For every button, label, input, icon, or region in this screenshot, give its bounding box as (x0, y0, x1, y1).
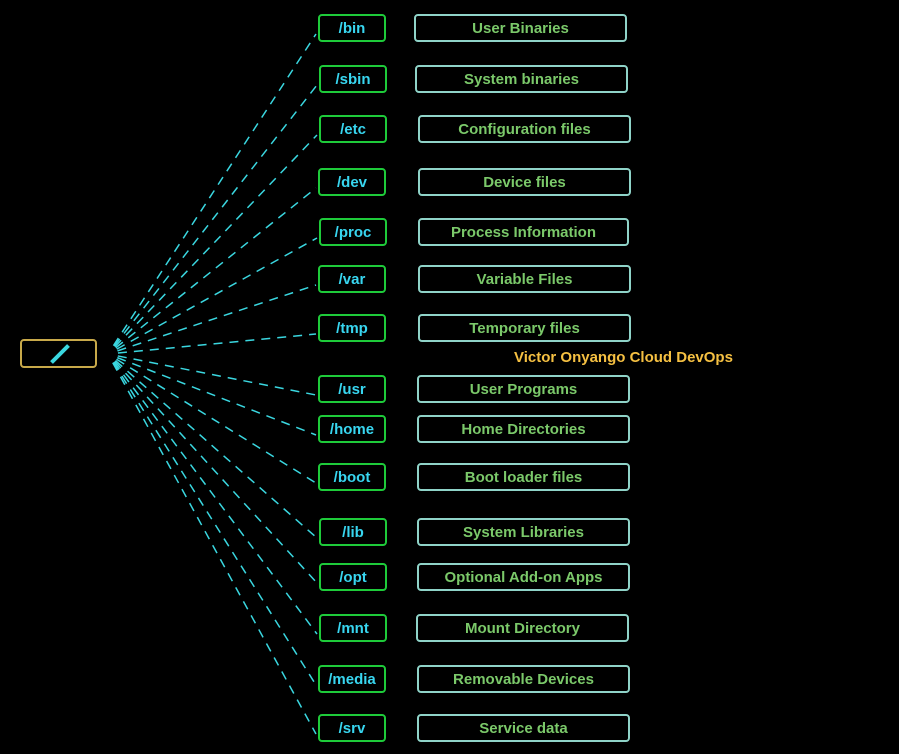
dir-description-proc: Process Information (418, 218, 629, 246)
dir-description-tmp: Temporary files (418, 314, 631, 342)
dir-description-bin: User Binaries (414, 14, 627, 42)
dir-description-media: Removable Devices (417, 665, 630, 693)
dir-node-bin: /bin (318, 14, 386, 42)
dir-description-srv: Service data (417, 714, 630, 742)
dir-node-home: /home (318, 415, 386, 443)
connector-line-boot (116, 359, 316, 483)
connector-line-sbin (114, 85, 317, 346)
dir-node-opt: /opt (319, 563, 387, 591)
connector-line-media (113, 362, 316, 685)
dir-description-dev: Device files (418, 168, 631, 196)
connector-line-home (117, 358, 316, 435)
dir-description-etc: Configuration files (418, 115, 631, 143)
dir-node-lib: /lib (319, 518, 387, 546)
root-directory-node (20, 339, 97, 368)
dir-node-mnt: /mnt (319, 614, 387, 642)
dir-description-opt: Optional Add-on Apps (417, 563, 630, 591)
connector-line-lib (116, 361, 317, 538)
dir-node-usr: /usr (318, 375, 386, 403)
dir-description-boot: Boot loader files (417, 463, 630, 491)
connector-line-var (117, 285, 316, 351)
author-credit: Victor Onyango Cloud DevOps (514, 349, 733, 366)
connector-line-usr (118, 356, 316, 395)
dir-description-lib: System Libraries (417, 518, 630, 546)
filesystem-tree-diagram: Victor Onyango Cloud DevOps /bin User Bin… (0, 0, 899, 754)
dir-description-usr: User Programs (417, 375, 630, 403)
connector-line-mnt (114, 362, 317, 634)
connector-line-tmp (118, 334, 316, 353)
dir-node-srv: /srv (318, 714, 386, 742)
dir-description-home: Home Directories (417, 415, 630, 443)
root-slash-icon (50, 344, 70, 364)
connector-line-srv (113, 363, 316, 734)
dir-node-media: /media (318, 665, 386, 693)
connector-line-etc (115, 135, 317, 347)
connector-line-dev (116, 188, 316, 348)
dir-node-var: /var (318, 265, 386, 293)
dir-node-etc: /etc (319, 115, 387, 143)
dir-description-sbin: System binaries (415, 65, 628, 93)
dir-node-proc: /proc (319, 218, 387, 246)
dir-node-dev: /dev (318, 168, 386, 196)
connector-line-proc (117, 238, 317, 349)
dir-node-boot: /boot (318, 463, 386, 491)
dir-description-var: Variable Files (418, 265, 631, 293)
connector-line-bin (113, 34, 316, 346)
dir-node-tmp: /tmp (318, 314, 386, 342)
dir-description-mnt: Mount Directory (416, 614, 629, 642)
dir-node-sbin: /sbin (319, 65, 387, 93)
